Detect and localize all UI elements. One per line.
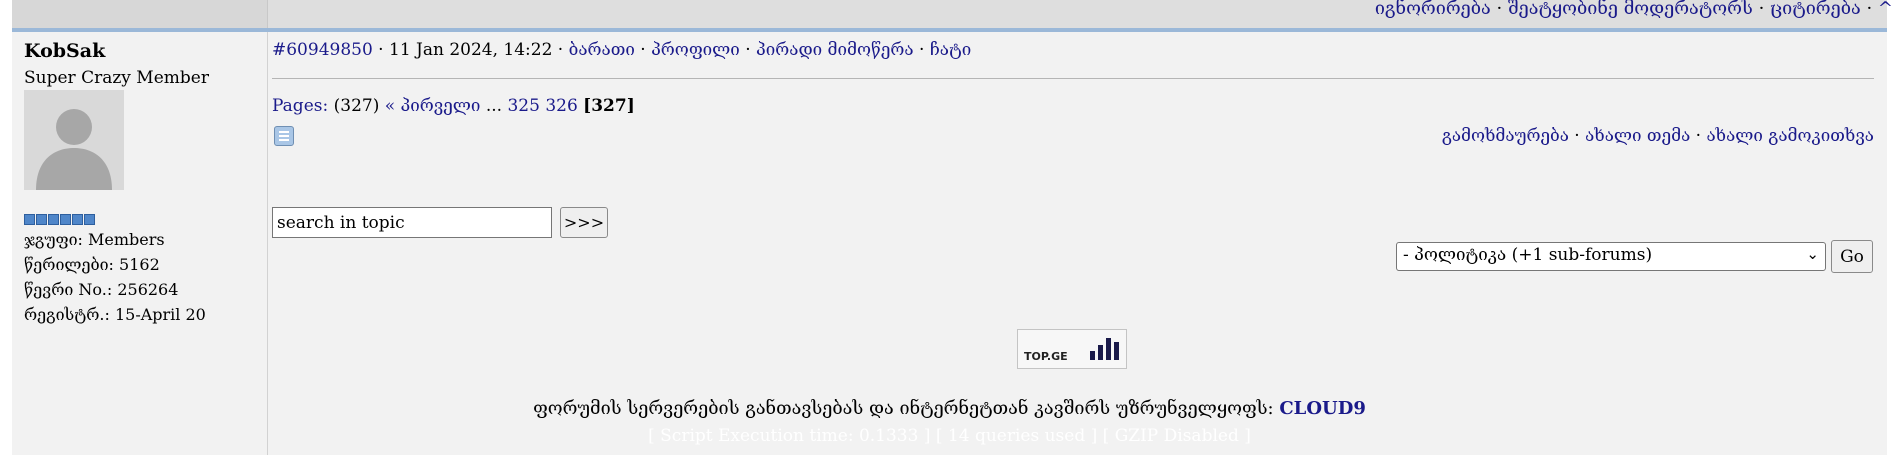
chat-link[interactable]: ჩატი [930, 40, 971, 60]
report-moderator-link[interactable]: შეატყობინე მოდერატორს [1508, 0, 1759, 19]
private-message-link[interactable]: პირადი მიმოწერა [756, 40, 914, 60]
forum-jump-selected: - პოლიტიკა (+1 sub-forums) [1403, 245, 1653, 265]
user-group: ჯგუფი: Members [24, 230, 165, 249]
rank-stars [24, 214, 95, 225]
pagination: Pages: (327) « პირველი ... 325 326 [327] [272, 96, 635, 116]
rank-star-icon [36, 214, 47, 225]
bar-chart-icon [1090, 338, 1119, 360]
ignore-link[interactable]: იგნორირება [1375, 0, 1491, 19]
credit-text: ფორუმის სერვერების განთავსებას და ინტერნ… [533, 398, 1274, 419]
page-count: (327) [333, 96, 380, 116]
new-poll-link[interactable]: ახალი გამოკითხვა [1706, 126, 1874, 146]
search-go-button[interactable]: >>> [560, 207, 608, 238]
rank-star-icon [24, 214, 35, 225]
post-divider-bar [12, 28, 1887, 32]
card-link[interactable]: ბარათი [569, 40, 635, 60]
reply-link[interactable]: გამოხმაურება [1442, 126, 1569, 146]
forum-jump-select[interactable]: - პოლიტიკა (+1 sub-forums) ⌄ [1396, 242, 1826, 271]
page-link[interactable]: 326 [545, 96, 577, 116]
forum-jump-go-button[interactable]: Go [1831, 240, 1873, 273]
rank-star-icon [60, 214, 71, 225]
post-top-actions: იგნორირება · შეატყობინე მოდერატორს · ციტ… [1374, 0, 1893, 19]
current-page: [327] [583, 96, 635, 116]
script-stats: [ Script Execution time: 0.1333 ] [ 14 q… [648, 426, 1251, 446]
rank-star-icon [84, 214, 95, 225]
user-rank-title: Super Crazy Member [24, 68, 209, 88]
badge-text: TOP.GE [1024, 350, 1068, 363]
search-in-topic-input[interactable] [272, 207, 552, 238]
new-topic-link[interactable]: ახალი თემა [1585, 126, 1690, 146]
post-meta: #60949850 · 11 Jan 2024, 14:22 · ბარათი … [272, 40, 972, 60]
user-registered: რეგისტრ.: 15-April 20 [24, 305, 206, 324]
rank-star-icon [72, 214, 83, 225]
post-permalink[interactable]: #60949850 [272, 40, 373, 60]
username[interactable]: KobSak [24, 40, 105, 62]
page-link[interactable]: 325 [507, 96, 539, 116]
chevron-down-icon: ⌄ [1806, 245, 1819, 263]
first-page-link[interactable]: « პირველი [385, 96, 481, 116]
user-post-count: წერილები: 5162 [24, 255, 160, 274]
pages-label[interactable]: Pages: [272, 96, 328, 116]
separator [272, 78, 1874, 79]
top-ge-counter-badge[interactable]: TOP.GE [1017, 329, 1127, 369]
profile-link[interactable]: პროფილი [651, 40, 740, 60]
topic-actions: გამოხმაურება · ახალი თემა · ახალი გამოკი… [1441, 126, 1874, 146]
quote-link[interactable]: ციტირება [1770, 0, 1861, 19]
post-datetime: 11 Jan 2024, 14:22 [389, 40, 553, 60]
hosting-credit: ფორუმის სერვერების განთავსებას და ინტერნ… [0, 398, 1899, 419]
avatar[interactable] [24, 90, 124, 190]
scroll-top-link[interactable]: ^ [1878, 0, 1893, 19]
topic-options-icon[interactable] [274, 126, 294, 146]
cloud9-link[interactable]: CLOUD9 [1279, 398, 1366, 419]
rank-star-icon [48, 214, 59, 225]
user-silhouette-icon [36, 109, 112, 190]
user-member-number: წევრი No.: 256264 [24, 280, 179, 299]
